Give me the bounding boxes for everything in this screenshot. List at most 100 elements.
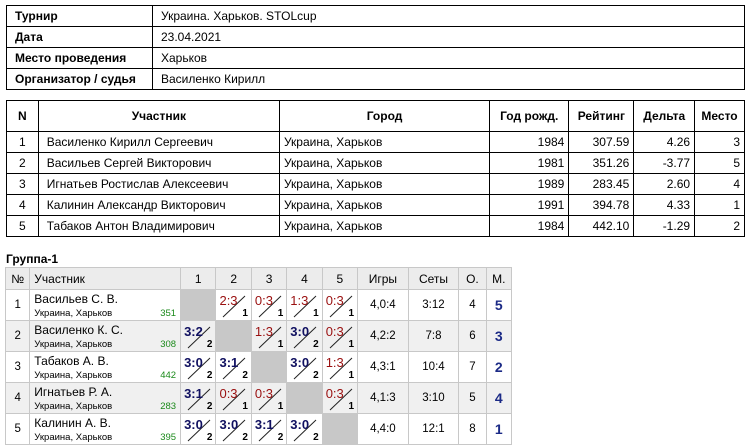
group-header-place: М. [485, 267, 513, 290]
group-place: 3 [485, 320, 513, 352]
match-points: 2 [206, 339, 213, 350]
match-score: 3:0 [184, 355, 203, 370]
match-score: 3:1 [219, 355, 239, 370]
group-games: 4,0:4 [357, 289, 409, 321]
player-rating: 283 [160, 401, 177, 412]
match-score: 0:3 [325, 293, 344, 308]
group-header-points: О. [458, 267, 487, 290]
match-score: 3:2 [184, 324, 203, 339]
group-sets: 7:8 [407, 320, 460, 352]
match-cell: 3:0 2 [215, 413, 252, 445]
info-label: Турнир [6, 5, 153, 27]
group-row-num: 4 [4, 382, 31, 414]
match-points: 1 [242, 308, 248, 319]
group-header-col-3: 3 [250, 267, 288, 290]
group-row: 5 Калинин А. В. Украина, Харьков 395 3:0 2 3:0… [4, 413, 513, 445]
match-cell: 1:3 1 [250, 320, 288, 352]
match-points: 2 [313, 370, 319, 381]
participant-year: 1981 [489, 152, 570, 174]
group-row-num: 3 [4, 351, 31, 383]
player-rating: 442 [160, 370, 177, 381]
match-points: 1 [348, 401, 355, 412]
participants-header-rating: Рейтинг [568, 100, 635, 132]
participants-header-name: Участник [37, 100, 280, 132]
info-value: Украина. Харьков. STOLcup [152, 5, 745, 27]
match-points: 1 [313, 308, 319, 319]
participant-year: 1984 [489, 215, 570, 237]
participant-row: 3 Игнатьев Ростислав Алексеевич Украина, Х… [6, 173, 745, 195]
group-player: Васильев С. В. Украина, Харьков 351 [29, 289, 182, 321]
participant-name: Васильев Сергей Викторович [37, 152, 280, 174]
participant-place: 1 [694, 194, 745, 216]
self-cell [321, 413, 359, 445]
match-points: 1 [277, 339, 284, 350]
info-value: Василенко Кирилл [152, 68, 745, 90]
match-score: 1:3 [290, 293, 309, 308]
participant-year: 1991 [489, 194, 570, 216]
match-points: 1 [277, 401, 284, 412]
group-header-player: Участник [29, 267, 182, 290]
match-points: 2 [206, 401, 213, 412]
match-cell: 3:0 2 [286, 320, 323, 352]
match-cell: 0:3 1 [250, 289, 288, 321]
group-header-col-4: 4 [286, 267, 323, 290]
match-cell: 3:1 2 [215, 351, 252, 383]
match-cell: 1:3 1 [286, 289, 323, 321]
participant-city: Украина, Харьков [278, 173, 491, 195]
match-score: 0:3 [219, 386, 238, 401]
participant-rating: 394.78 [568, 194, 635, 216]
group-points: 5 [458, 382, 487, 414]
group-row: 2 Василенко К. С. Украина, Харьков 308 3:2 2 1… [4, 320, 513, 352]
match-cell: 0:3 1 [321, 289, 359, 321]
group-row-num: 1 [4, 289, 31, 321]
match-score: 0:3 [325, 324, 344, 339]
match-points: 2 [277, 432, 284, 443]
group-table: № Участник 1 2 3 4 5 Игры Сеты О. М. 1 Ва… [4, 267, 513, 445]
match-points: 2 [206, 370, 213, 381]
participants-header-year: Год рожд. [489, 100, 570, 132]
match-points: 1 [348, 308, 355, 319]
info-value: Харьков [152, 47, 745, 69]
participant-row: 1 Василенко Кирилл Сергеевич Украина, Харь… [6, 131, 745, 153]
participants-header-place: Место [694, 100, 745, 132]
match-cell: 3:2 2 [180, 320, 217, 352]
group-place: 4 [485, 382, 513, 414]
participant-place: 4 [694, 173, 745, 195]
match-score: 3:0 [290, 417, 310, 432]
group-points: 4 [458, 289, 487, 321]
participant-rating: 307.59 [568, 131, 635, 153]
match-score: 3:1 [254, 417, 274, 432]
group-header-sets: Сеты [407, 267, 460, 290]
group-player: Василенко К. С. Украина, Харьков 308 [29, 320, 182, 352]
group-player: Игнатьев Р. А. Украина, Харьков 283 [29, 382, 182, 414]
player-rating: 395 [160, 432, 177, 443]
match-points: 2 [313, 339, 319, 350]
group-points: 8 [458, 413, 487, 445]
participant-rating: 351.26 [568, 152, 635, 174]
match-score: 0:3 [254, 386, 273, 401]
participant-delta: 4.26 [633, 131, 696, 153]
player-city: Украина, Харьков [34, 432, 113, 443]
match-cell: 3:1 2 [250, 413, 288, 445]
match-cell: 1:3 1 [321, 351, 359, 383]
group-sets: 12:1 [407, 413, 460, 445]
participant-delta: 4.33 [633, 194, 696, 216]
participant-delta: -1.29 [633, 215, 696, 237]
player-name: Василенко К. С. [34, 323, 124, 337]
group-row-num: 5 [4, 413, 31, 445]
match-cell: 3:0 2 [286, 413, 323, 445]
info-row: Дата 23.04.2021 [6, 26, 745, 48]
match-points: 1 [242, 401, 248, 412]
participant-row: 5 Табаков Антон Владимирович Украина, Харь… [6, 215, 745, 237]
group-header-games: Игры [357, 267, 409, 290]
group-row-num: 2 [4, 320, 31, 352]
player-name: Васильев С. В. [34, 292, 118, 306]
group-header-col-1: 1 [180, 267, 217, 290]
group-header-col-5: 5 [321, 267, 359, 290]
player-city: Украина, Харьков [34, 370, 113, 381]
match-points: 2 [313, 432, 319, 443]
group-place: 2 [485, 351, 513, 383]
group-player: Табаков А. В. Украина, Харьков 442 [29, 351, 182, 383]
participant-delta: 2.60 [633, 173, 696, 195]
info-label: Организатор / судья [6, 68, 153, 90]
